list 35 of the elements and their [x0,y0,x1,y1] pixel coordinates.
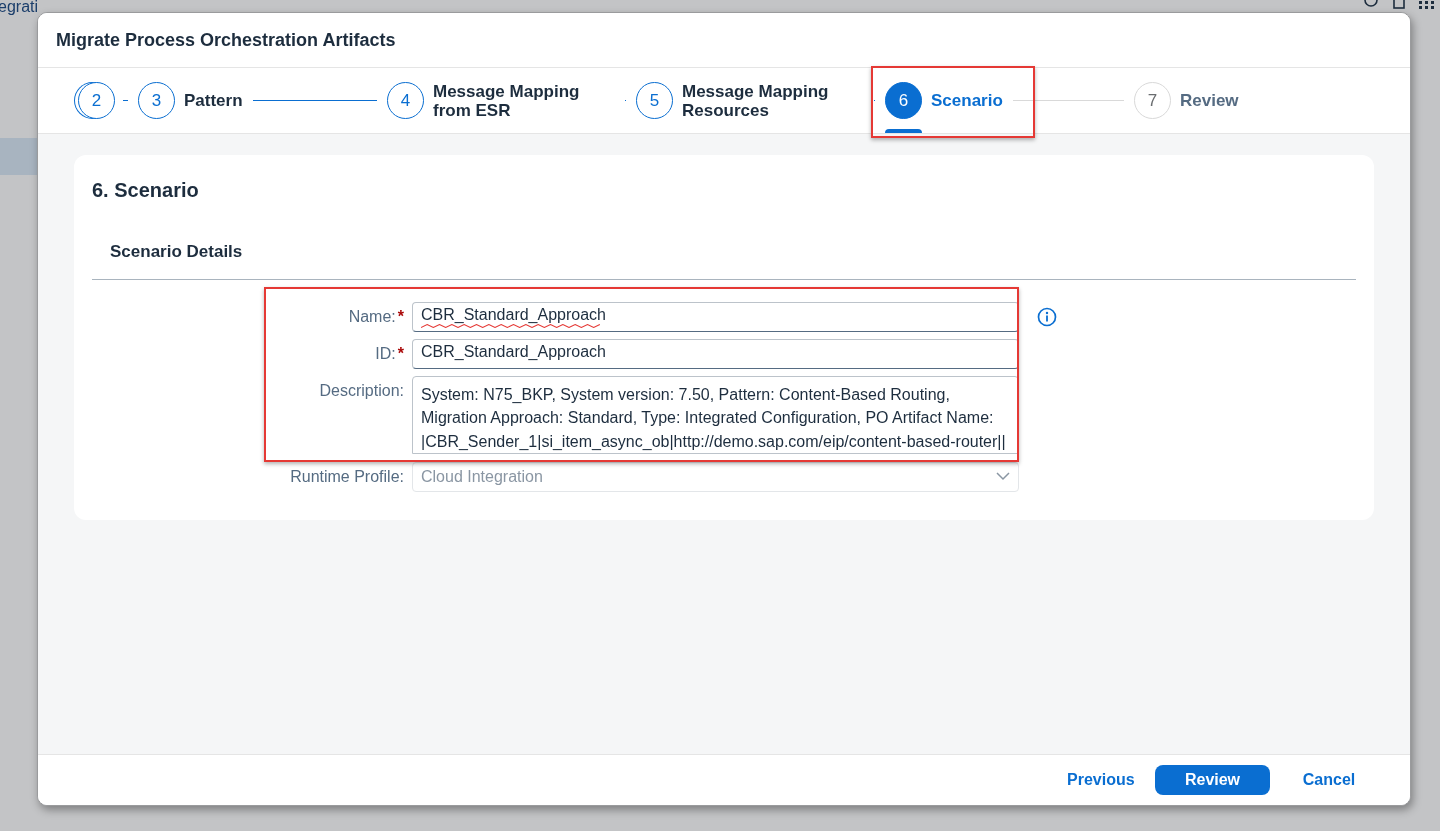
selected-step-indicator [885,129,922,133]
copy-icon[interactable] [1390,0,1408,10]
field-value: CBR_Standard_Approach [421,342,606,362]
footer-button[interactable]: Review [1155,765,1270,795]
text-field[interactable]: CBR_Standard_Approach [412,301,1019,332]
dialog-title: Migrate Process Orchestration Artifacts [56,28,396,52]
required-asterisk: * [397,306,404,327]
step-number[interactable]: 3 [138,82,175,119]
footer-button[interactable]: Previous [1051,765,1141,795]
grid-menu-icon[interactable] [1418,0,1436,10]
field-value: CBR_Standard_Approach [421,305,606,328]
step-number[interactable]: 7 [1134,82,1171,119]
field-label: Description: [319,380,404,401]
page-heading: 6. Scenario [92,178,200,203]
info-icon[interactable] [1037,306,1057,327]
step-number[interactable]: 2 [78,82,115,119]
field-label: ID: [375,343,396,364]
step-number[interactable]: 5 [636,82,673,119]
help-icon[interactable] [1362,0,1380,10]
step-label[interactable]: Review [1180,91,1239,110]
step-label[interactable]: Message Mapping Resources [682,81,842,120]
footer-button[interactable]: Cancel [1284,765,1374,795]
step-number[interactable]: 6 [885,82,922,119]
step-label[interactable]: Scenario [931,91,1003,110]
description-textarea[interactable]: System: N75_BKP, System version: 7.50, Pattern: Content-Based Routing, Migration Approach: Standard, Type: Integrated Configuration, PO Artifact Name: |CBR_Sender_1|si_item_async_ob|http://demo.sap.com/eip/content-based-router|| [412,375,1019,454]
required-asterisk: * [397,343,404,364]
field-label: Runtime Profile: [290,466,404,487]
step-label[interactable]: Message Mapping from ESR [433,81,593,120]
text-field[interactable]: CBR_Standard_Approach [412,338,1019,369]
sidebar-highlight [0,138,37,175]
section-title: Scenario Details [110,242,243,261]
field-label: Name: [348,306,396,327]
step-number[interactable]: 4 [387,82,424,119]
chevron-down-icon [996,472,1010,481]
step-label[interactable]: Pattern [184,91,243,110]
